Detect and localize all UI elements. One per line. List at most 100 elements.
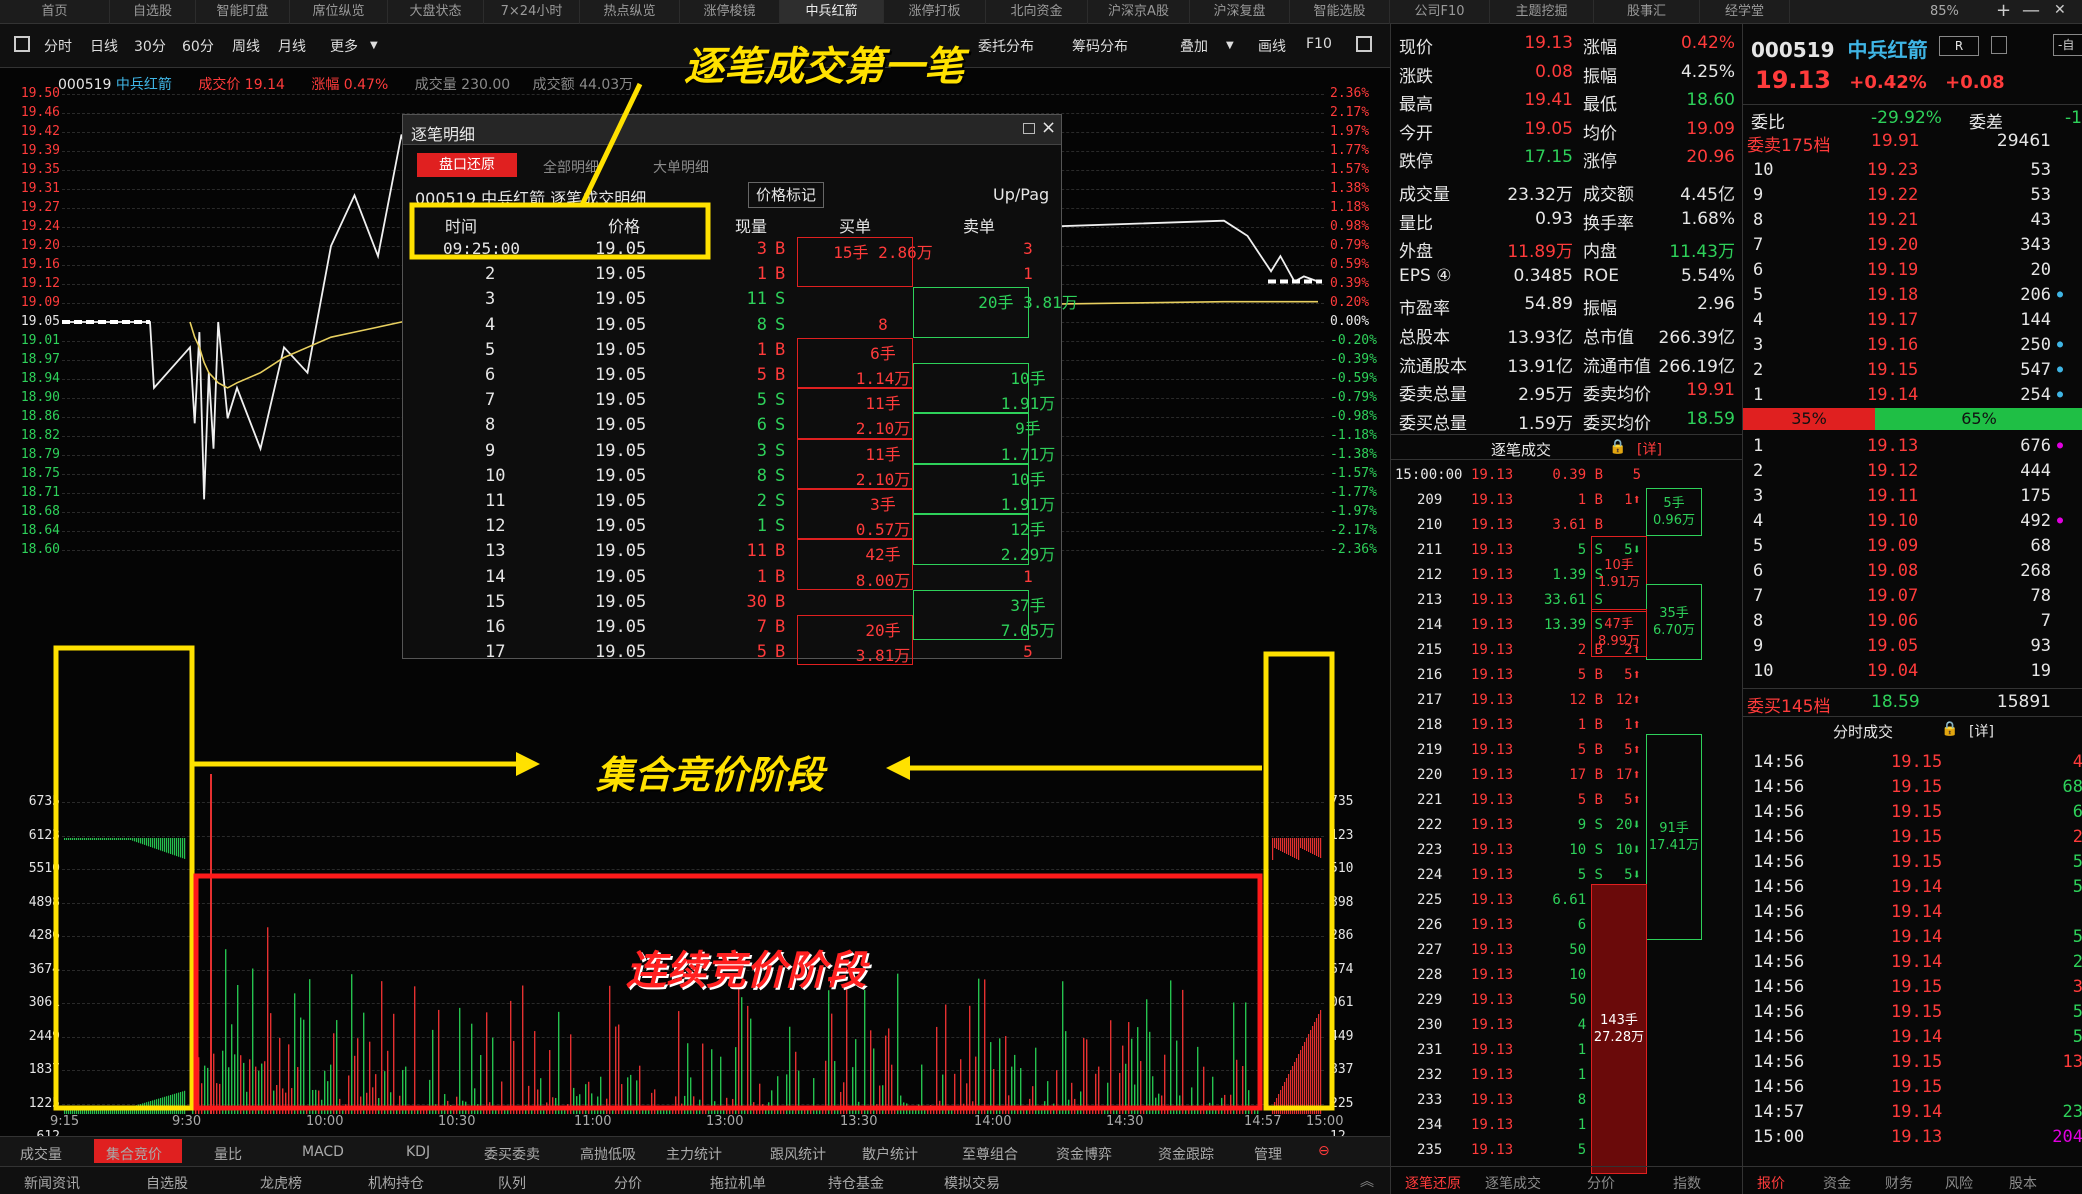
- quote-tab-0[interactable]: 逐笔还原: [1405, 1173, 1461, 1193]
- ft-price: 19.15: [1891, 977, 1943, 997]
- ft-row: 14:57 19.14 23: [1743, 1100, 2082, 1125]
- indicator-tab[interactable]: 跟风统计: [770, 1144, 826, 1164]
- tick-volume: 10 S: [1569, 842, 1603, 858]
- ft-row: 14:56 19.14: [1743, 900, 2082, 925]
- tick-index: 227: [1417, 942, 1443, 958]
- ft-time: 14:56: [1753, 777, 1805, 797]
- ft-time: 14:57: [1753, 1102, 1805, 1122]
- tick-index: 225: [1417, 892, 1443, 908]
- ft-row: 14:56 19.14 5: [1743, 1025, 2082, 1050]
- tick-price: 19.13: [1471, 1042, 1514, 1058]
- bottom-nav-item[interactable]: 模拟交易: [944, 1173, 1000, 1193]
- indicator-tab[interactable]: 散户统计: [862, 1144, 918, 1164]
- top-tab-15[interactable]: 主题挖掘: [1490, 0, 1594, 24]
- bottom-nav-item[interactable]: 分价: [614, 1173, 642, 1193]
- tick-index: 218: [1417, 717, 1443, 733]
- ft-price: 19.14: [1891, 952, 1943, 972]
- ob-tab-1[interactable]: 资金: [1823, 1173, 1851, 1193]
- minimize-icon[interactable]: —: [2022, 0, 2040, 21]
- tick-price: 19.13: [1471, 1142, 1514, 1158]
- ft-price: 19.14: [1891, 1102, 1943, 1122]
- tick-volume: 9 S: [1577, 817, 1603, 833]
- indicator-tab-active[interactable]: 集合竞价: [106, 1144, 162, 1164]
- annotation-layer: [53, 82, 1335, 1111]
- bottom-nav-item[interactable]: 机构持仓: [368, 1173, 424, 1193]
- ft-time: 14:56: [1753, 977, 1805, 997]
- indicator-tab[interactable]: 量比: [214, 1144, 242, 1164]
- indicator-tab[interactable]: 管理: [1254, 1144, 1282, 1164]
- add-icon[interactable]: +: [1996, 0, 2011, 21]
- tick-volume: 0.39 B: [1552, 467, 1603, 483]
- indicator-tabs: 成交量 集合竞价 量比 MACD KDJ 委买委卖 高抛低吸 主力统计 跟风统计 散户统计 至尊组合…: [0, 1136, 1390, 1166]
- ft-volume: 23: [2062, 1102, 2082, 1122]
- bottom-nav-item[interactable]: 拖拉机单: [710, 1173, 766, 1193]
- close-icon[interactable]: ✕: [2054, 2, 2066, 18]
- tick-index: 219: [1417, 742, 1443, 758]
- tick-price: 19.13: [1471, 567, 1514, 583]
- tick-index: 229: [1417, 992, 1443, 1008]
- tick-price: 19.13: [1471, 692, 1514, 708]
- indicator-tab[interactable]: KDJ: [406, 1144, 430, 1160]
- annotation-auction: 集合竞价阶段: [596, 753, 825, 797]
- tick-group-box: 47手 8.99万: [1591, 609, 1647, 657]
- tick-count: 1⬆: [1624, 717, 1641, 733]
- tick-sell: 5: [1632, 467, 1641, 483]
- tick-volume: 17 B: [1569, 767, 1603, 783]
- quote-tab-3[interactable]: 指数: [1673, 1173, 1701, 1193]
- top-tab-16[interactable]: 股事汇: [1594, 0, 1700, 24]
- indicator-tab[interactable]: 委买委卖: [484, 1144, 540, 1164]
- annotation-continuous: 连续竞价阶段: [626, 948, 866, 994]
- tick-volume: 3.61 B: [1552, 517, 1603, 533]
- tick-price: 19.13: [1471, 1067, 1514, 1083]
- tick-price: 19.13: [1471, 642, 1514, 658]
- top-tab-17[interactable]: 经学堂: [1700, 0, 1790, 24]
- tick-index: 221: [1417, 792, 1443, 808]
- auction-box-left: [53, 645, 195, 1111]
- tick-price: 19.13: [1471, 1017, 1514, 1033]
- tick-index: 222: [1417, 817, 1443, 833]
- indicator-tab[interactable]: MACD: [302, 1144, 344, 1160]
- indicator-tab[interactable]: 资金跟踪: [1158, 1144, 1214, 1164]
- bottom-nav-item[interactable]: 龙虎榜: [260, 1173, 302, 1193]
- ft-volume: 68: [2062, 777, 2082, 797]
- tick-price: 19.13: [1471, 967, 1514, 983]
- tick-count: 12⬆: [1615, 692, 1641, 708]
- ob-tab-2[interactable]: 财务: [1885, 1173, 1913, 1193]
- tick-row: 211 19.13 5 S 5⬇: [1391, 539, 1743, 564]
- up-arrow-icon[interactable]: ⊖: [1318, 1143, 1330, 1159]
- quote-tab-2[interactable]: 分价: [1587, 1173, 1615, 1193]
- ft-volume: 204: [2052, 1127, 2082, 1147]
- tick-row: 23119.131 S1⬇: [1391, 1039, 1743, 1064]
- indicator-tab[interactable]: 资金博弈: [1056, 1144, 1112, 1164]
- ft-price: 19.13: [1891, 1127, 1943, 1147]
- top-tab-14[interactable]: 公司F10: [1390, 0, 1490, 24]
- bottom-nav-item[interactable]: 持仓基金: [828, 1173, 884, 1193]
- collapse-icon[interactable]: ︽: [1360, 1171, 1374, 1191]
- tick-row: 15:00:00 19.13 0.39 B 5: [1391, 464, 1743, 489]
- ft-volume: 2: [2072, 827, 2082, 847]
- tick-group-box: 5手 0.96万: [1646, 488, 1702, 536]
- order-book-panel: 000519 中兵红箭 R -自 19.13 +0.42% +0.08 委比 -…: [1742, 24, 2082, 1194]
- tick-volume: 1 B: [1577, 492, 1603, 508]
- tick-count: 5⬆: [1624, 792, 1641, 808]
- tick-index: 209: [1417, 492, 1443, 508]
- ft-row: 14:56 19.14 2: [1743, 950, 2082, 975]
- ft-row: 14:56 19.15 13: [1743, 1050, 2082, 1075]
- tick-price: 19.13: [1471, 1117, 1514, 1133]
- ob-tab-4[interactable]: 股本: [2009, 1173, 2037, 1193]
- indicator-tab[interactable]: 至尊组合: [962, 1144, 1018, 1164]
- ft-price: 19.15: [1891, 752, 1943, 772]
- indicator-tab[interactable]: 主力统计: [666, 1144, 722, 1164]
- ft-time: 14:56: [1753, 1077, 1805, 1097]
- ob-tab-0[interactable]: 报价: [1757, 1173, 1785, 1193]
- tick-price: 19.13: [1471, 742, 1514, 758]
- indicator-tab[interactable]: 成交量: [20, 1144, 62, 1164]
- bottom-nav-item[interactable]: 自选股: [146, 1173, 188, 1193]
- indicator-tab[interactable]: 高抛低吸: [580, 1144, 636, 1164]
- ft-row: 14:56 19.15 5: [1743, 1000, 2082, 1025]
- bottom-nav-item[interactable]: 队列: [498, 1173, 526, 1193]
- bottom-nav-item[interactable]: 新闻资讯: [24, 1173, 80, 1193]
- ob-tab-3[interactable]: 风险: [1945, 1173, 1973, 1193]
- tick-index: 228: [1417, 967, 1443, 983]
- quote-tab-1[interactable]: 逐笔成交: [1485, 1173, 1541, 1193]
